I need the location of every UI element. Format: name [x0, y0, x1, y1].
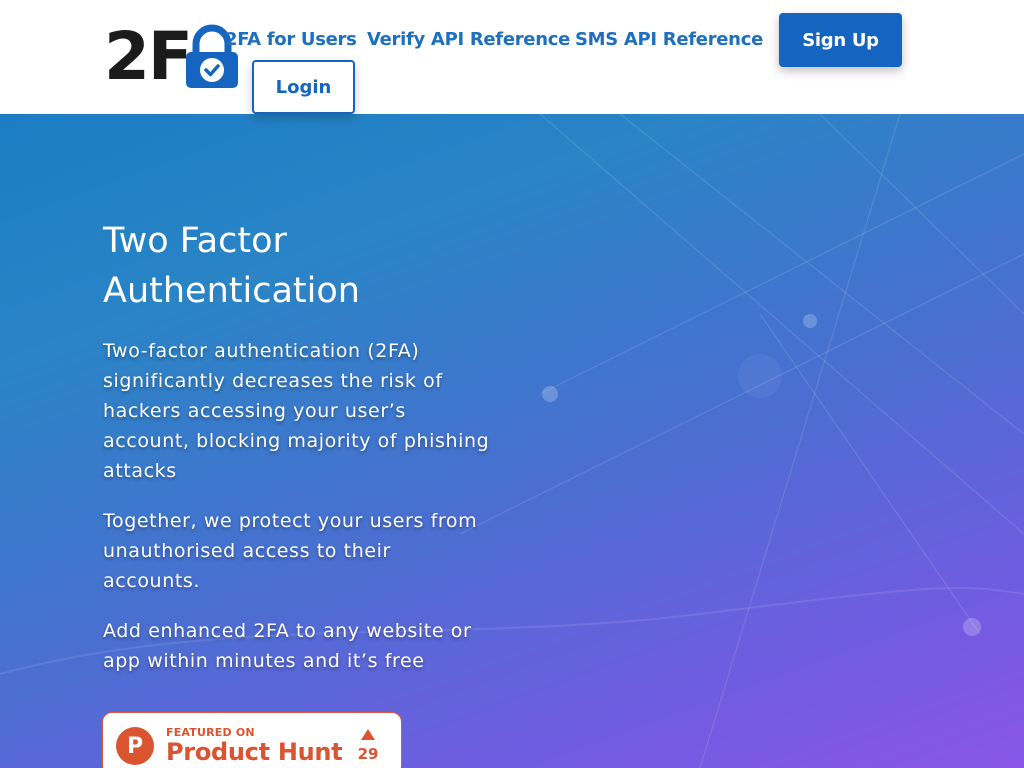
product-hunt-badge[interactable]: P FEATURED ON Product Hunt 29: [102, 712, 402, 768]
product-hunt-name: Product Hunt: [166, 738, 343, 766]
hero-paragraph-protect: Together, we protect your users from una…: [103, 510, 478, 592]
hero-paragraph-risk: Two-factor authentication (2FA) signific…: [103, 340, 490, 482]
site-header: 2F 2FA for Users Verify API Reference SM…: [0, 0, 1024, 114]
hero-title: Two Factor Authentication: [103, 221, 360, 311]
login-button[interactable]: Login: [252, 60, 355, 114]
upvote-arrow-icon: [361, 729, 375, 740]
nav-link-verify-api-reference[interactable]: Verify API Reference: [367, 28, 570, 52]
site-logo[interactable]: 2F: [104, 24, 240, 90]
product-hunt-vote-count: 29: [357, 745, 379, 763]
product-hunt-logo-icon: P: [116, 727, 154, 765]
nav-link-sms-api-reference[interactable]: SMS API Reference: [575, 28, 763, 52]
hero-paragraph-free: Add enhanced 2FA to any website or app w…: [103, 620, 472, 672]
sign-up-button[interactable]: Sign Up: [779, 13, 902, 67]
logo-text: 2F: [104, 18, 193, 95]
hero-section: Two Factor Authentication Two-factor aut…: [0, 114, 1024, 768]
nav-link-2fa-for-users[interactable]: 2FA for Users: [225, 28, 357, 52]
